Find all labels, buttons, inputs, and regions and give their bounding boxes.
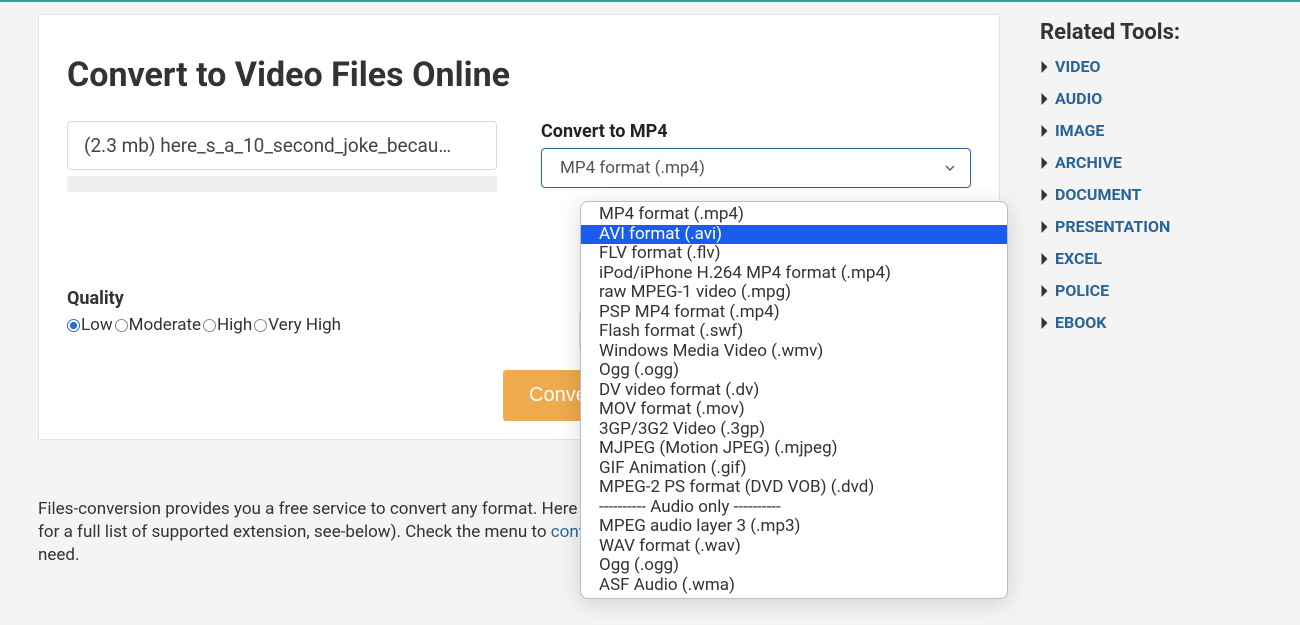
related-tool-link[interactable]: EXCEL [1040,249,1262,268]
chevron-right-icon [1040,252,1049,266]
format-option[interactable]: raw MPEG-1 video (.mpg) [581,283,1007,303]
related-tool-link[interactable]: POLICE [1040,281,1262,300]
chevron-right-icon [1040,156,1049,170]
quality-option[interactable]: Very High [254,315,341,335]
quality-radio[interactable] [115,319,128,332]
format-option[interactable]: FLV format (.flv) [581,244,1007,264]
page-title: Convert to Video Files Online [67,55,971,95]
converter-card: Convert to Video Files Online (2.3 mb) h… [38,14,1000,440]
chevron-right-icon [1040,188,1049,202]
related-tool-link[interactable]: IMAGE [1040,121,1262,140]
upload-progress-bar [67,176,497,192]
quality-radio[interactable] [67,319,80,332]
format-select-value: MP4 format (.mp4) [560,158,705,178]
format-option[interactable]: MJPEG (Motion JPEG) (.mjpeg) [581,439,1007,459]
format-option[interactable]: MOV format (.mov) [581,400,1007,420]
quality-option[interactable]: High [203,315,252,335]
related-heading: Related Tools: [1040,20,1262,45]
format-option[interactable]: GIF Animation (.gif) [581,459,1007,479]
quality-option[interactable]: Low [67,315,113,335]
format-option[interactable]: AVI format (.avi) [581,225,1007,245]
convert-label: Convert to MP4 [541,121,971,142]
related-tool-link[interactable]: VIDEO [1040,57,1262,76]
format-option[interactable]: ---------- Audio only ---------- [581,498,1007,518]
related-tool-link[interactable]: EBOOK [1040,313,1262,332]
format-option[interactable]: PSP MP4 format (.mp4) [581,303,1007,323]
related-tool-link[interactable]: DOCUMENT [1040,185,1262,204]
format-option[interactable]: 3GP/3G2 Video (.3gp) [581,420,1007,440]
format-select[interactable]: MP4 format (.mp4) [541,148,971,188]
format-option[interactable]: MP4 format (.mp4) [581,205,1007,225]
related-tool-link[interactable]: AUDIO [1040,89,1262,108]
format-option[interactable]: MPEG-2 PS format (DVD VOB) (.dvd) [581,478,1007,498]
format-option[interactable]: Ogg (.ogg) [581,556,1007,576]
format-option[interactable]: Flash format (.swf) [581,322,1007,342]
related-tool-link[interactable]: ARCHIVE [1040,153,1262,172]
file-input-display[interactable]: (2.3 mb) here_s_a_10_second_joke_becau… [67,121,497,170]
chevron-down-icon [942,160,958,176]
format-option[interactable]: ASF Audio (.wma) [581,576,1007,596]
chevron-right-icon [1040,92,1049,106]
chevron-right-icon [1040,220,1049,234]
chevron-right-icon [1040,60,1049,74]
related-tool-link[interactable]: PRESENTATION [1040,217,1262,236]
chevron-right-icon [1040,124,1049,138]
chevron-right-icon [1040,316,1049,330]
format-option[interactable]: iPod/iPhone H.264 MP4 format (.mp4) [581,264,1007,284]
format-option[interactable]: WAV format (.wav) [581,537,1007,557]
format-option[interactable]: DV video format (.dv) [581,381,1007,401]
format-dropdown-list[interactable]: MP4 format (.mp4)AVI format (.avi)FLV fo… [580,201,1008,599]
quality-radio[interactable] [254,319,267,332]
format-option[interactable]: MPEG audio layer 3 (.mp3) [581,517,1007,537]
format-option[interactable]: Windows Media Video (.wmv) [581,342,1007,362]
quality-radio[interactable] [203,319,216,332]
related-tools: Related Tools: VIDEO AUDIO IMAGE ARCHIVE DOC… [1040,20,1262,332]
chevron-right-icon [1040,284,1049,298]
quality-option[interactable]: Moderate [115,315,201,335]
format-option[interactable]: Ogg (.ogg) [581,361,1007,381]
